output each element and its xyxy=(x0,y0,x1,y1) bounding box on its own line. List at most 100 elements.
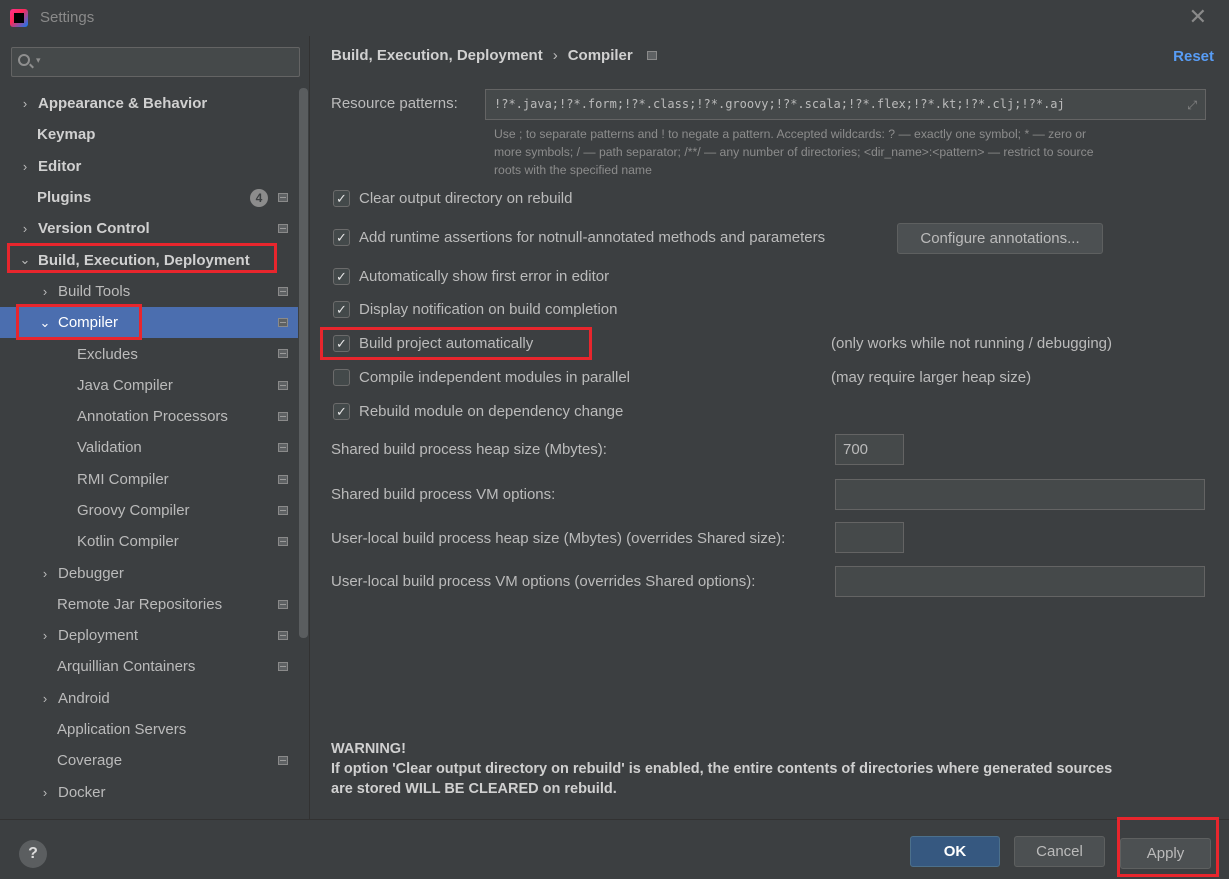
collapse-arrow-icon[interactable]: ⌄ xyxy=(18,252,32,268)
expand-arrow-icon[interactable]: › xyxy=(38,785,52,800)
project-level-icon xyxy=(278,349,288,359)
tree-item-label: Editor xyxy=(38,157,82,175)
cancel-button[interactable]: Cancel xyxy=(1014,836,1105,867)
shared-vm-options-label: Shared build process VM options: xyxy=(331,486,556,503)
compile-parallel-note: (may require larger heap size) xyxy=(831,369,1032,386)
project-level-icon xyxy=(278,599,288,609)
user-vm-options-input[interactable] xyxy=(835,566,1205,597)
compile-parallel-checkbox[interactable] xyxy=(333,369,350,386)
runtime-assertions-checkbox[interactable]: ✓ xyxy=(333,229,350,246)
resource-patterns-input[interactable]: !?*.java;!?*.form;!?*.class;!?*.groovy;!… xyxy=(485,89,1206,120)
sidebar-scrollbar[interactable] xyxy=(299,88,308,638)
tree-item-label: Annotation Processors xyxy=(77,408,228,426)
user-heap-input[interactable] xyxy=(835,522,904,553)
build-notification-option[interactable]: ✓ Display notification on build completi… xyxy=(333,301,617,318)
show-first-error-checkbox[interactable]: ✓ xyxy=(333,268,350,285)
tree-item-keymap[interactable]: Keymap xyxy=(0,119,298,150)
tree-item-deployment[interactable]: › Deployment xyxy=(0,620,298,651)
tree-item-label: Plugins xyxy=(37,189,92,207)
tree-item-label: Version Control xyxy=(38,220,150,238)
expand-arrow-icon[interactable]: › xyxy=(18,221,32,236)
help-button[interactable]: ? xyxy=(19,840,47,868)
expand-arrow-icon[interactable]: › xyxy=(38,628,52,643)
tree-item-label: Kotlin Compiler xyxy=(77,533,179,551)
warning-title: WARNING! xyxy=(331,741,406,757)
tree-item-build-tools[interactable]: › Build Tools xyxy=(0,276,298,307)
checkbox-label: Automatically show first error in editor xyxy=(359,268,610,285)
window-title: Settings xyxy=(40,9,95,26)
clear-output-option[interactable]: ✓ Clear output directory on rebuild xyxy=(333,190,572,207)
expand-arrow-icon[interactable]: › xyxy=(38,284,52,299)
tree-item-excludes[interactable]: Excludes xyxy=(0,338,298,369)
tree-item-docker[interactable]: › Docker xyxy=(0,777,298,808)
compile-parallel-option[interactable]: Compile independent modules in parallel xyxy=(333,369,630,386)
search-options-icon[interactable]: ▾ xyxy=(36,55,41,66)
clear-output-warning: WARNING! If option 'Clear output directo… xyxy=(331,739,1211,799)
tree-item-plugins[interactable]: Plugins 4 xyxy=(0,182,298,213)
title-bar: Settings ✕ xyxy=(0,0,1229,36)
expand-arrow-icon[interactable]: › xyxy=(18,96,32,111)
tree-item-coverage[interactable]: Coverage xyxy=(0,745,298,776)
tree-item-groovy-compiler[interactable]: Groovy Compiler xyxy=(0,495,298,526)
tree-item-build-execution-deployment[interactable]: ⌄ Build, Execution, Deployment xyxy=(0,244,298,275)
clear-output-checkbox[interactable]: ✓ xyxy=(333,190,350,207)
expand-field-icon[interactable]: ⤢ xyxy=(1187,98,1197,113)
shared-heap-input[interactable]: 700 xyxy=(835,434,904,465)
resource-patterns-value: !?*.java;!?*.form;!?*.class;!?*.groovy;!… xyxy=(494,97,1065,111)
tree-item-label: Build, Execution, Deployment xyxy=(38,251,250,269)
tree-item-appearance[interactable]: › Appearance & Behavior xyxy=(0,88,298,119)
checkbox-label: Clear output directory on rebuild xyxy=(359,190,573,207)
expand-arrow-icon[interactable]: › xyxy=(18,159,32,174)
tree-item-validation[interactable]: Validation xyxy=(0,432,298,463)
reset-link[interactable]: Reset xyxy=(1173,48,1214,65)
tree-item-debugger[interactable]: › Debugger xyxy=(0,557,298,588)
tree-item-annotation-processors[interactable]: Annotation Processors xyxy=(0,401,298,432)
plugins-update-badge: 4 xyxy=(250,188,268,207)
configure-annotations-button[interactable]: Configure annotations... xyxy=(897,223,1103,254)
settings-search-input[interactable]: ▾ xyxy=(11,47,300,77)
user-vm-options-label: User-local build process VM options (ove… xyxy=(331,573,756,590)
tree-item-editor[interactable]: › Editor xyxy=(0,151,298,182)
build-automatically-option[interactable]: ✓ Build project automatically xyxy=(333,335,533,352)
tree-item-version-control[interactable]: › Version Control xyxy=(0,213,298,244)
warning-line: If option 'Clear output directory on reb… xyxy=(331,761,1113,777)
tree-item-rmi-compiler[interactable]: RMI Compiler xyxy=(0,464,298,495)
collapse-arrow-icon[interactable]: ⌄ xyxy=(38,315,52,331)
project-level-icon xyxy=(278,224,288,234)
breadcrumb-parent[interactable]: Build, Execution, Deployment xyxy=(331,47,543,64)
tree-item-application-servers[interactable]: Application Servers xyxy=(0,714,298,745)
breadcrumb: Build, Execution, Deployment › Compiler xyxy=(331,47,657,64)
tree-item-remote-jar-repositories[interactable]: Remote Jar Repositories xyxy=(0,589,298,620)
build-notification-checkbox[interactable]: ✓ xyxy=(333,301,350,318)
project-level-icon xyxy=(278,505,288,515)
expand-arrow-icon[interactable]: › xyxy=(38,566,52,581)
tree-item-android[interactable]: › Android xyxy=(0,683,298,714)
rebuild-on-dependency-option[interactable]: ✓ Rebuild module on dependency change xyxy=(333,403,623,420)
project-level-icon xyxy=(278,474,288,484)
tree-item-kotlin-compiler[interactable]: Kotlin Compiler xyxy=(0,526,298,557)
checkbox-label: Build project automatically xyxy=(359,335,534,352)
tree-item-label: RMI Compiler xyxy=(77,470,169,488)
rebuild-on-dependency-checkbox[interactable]: ✓ xyxy=(333,403,350,420)
tree-item-java-compiler[interactable]: Java Compiler xyxy=(0,370,298,401)
expand-arrow-icon[interactable]: › xyxy=(38,691,52,706)
tree-item-label: Build Tools xyxy=(58,282,131,300)
tree-item-label: Groovy Compiler xyxy=(77,502,190,519)
shared-vm-options-input[interactable] xyxy=(835,479,1205,510)
apply-button[interactable]: Apply xyxy=(1120,838,1211,869)
tree-item-arquillian-containers[interactable]: Arquillian Containers xyxy=(0,651,298,682)
project-level-icon xyxy=(278,318,288,328)
tree-item-label: Deployment xyxy=(58,627,139,645)
show-first-error-option[interactable]: ✓ Automatically show first error in edit… xyxy=(333,268,609,285)
runtime-assertions-option[interactable]: ✓ Add runtime assertions for notnull-ann… xyxy=(333,229,825,246)
build-automatically-checkbox[interactable]: ✓ xyxy=(333,335,350,352)
close-icon[interactable]: ✕ xyxy=(1189,6,1207,28)
project-level-icon xyxy=(278,756,288,766)
help-line: Use ; to separate patterns and ! to nega… xyxy=(494,127,1087,141)
project-level-icon xyxy=(278,411,288,421)
project-level-icon xyxy=(278,443,288,453)
tree-item-compiler[interactable]: ⌄ Compiler xyxy=(0,307,298,339)
search-icon xyxy=(18,54,30,66)
tree-item-label: Remote Jar Repositories xyxy=(57,595,223,613)
ok-button[interactable]: OK xyxy=(910,836,1000,867)
